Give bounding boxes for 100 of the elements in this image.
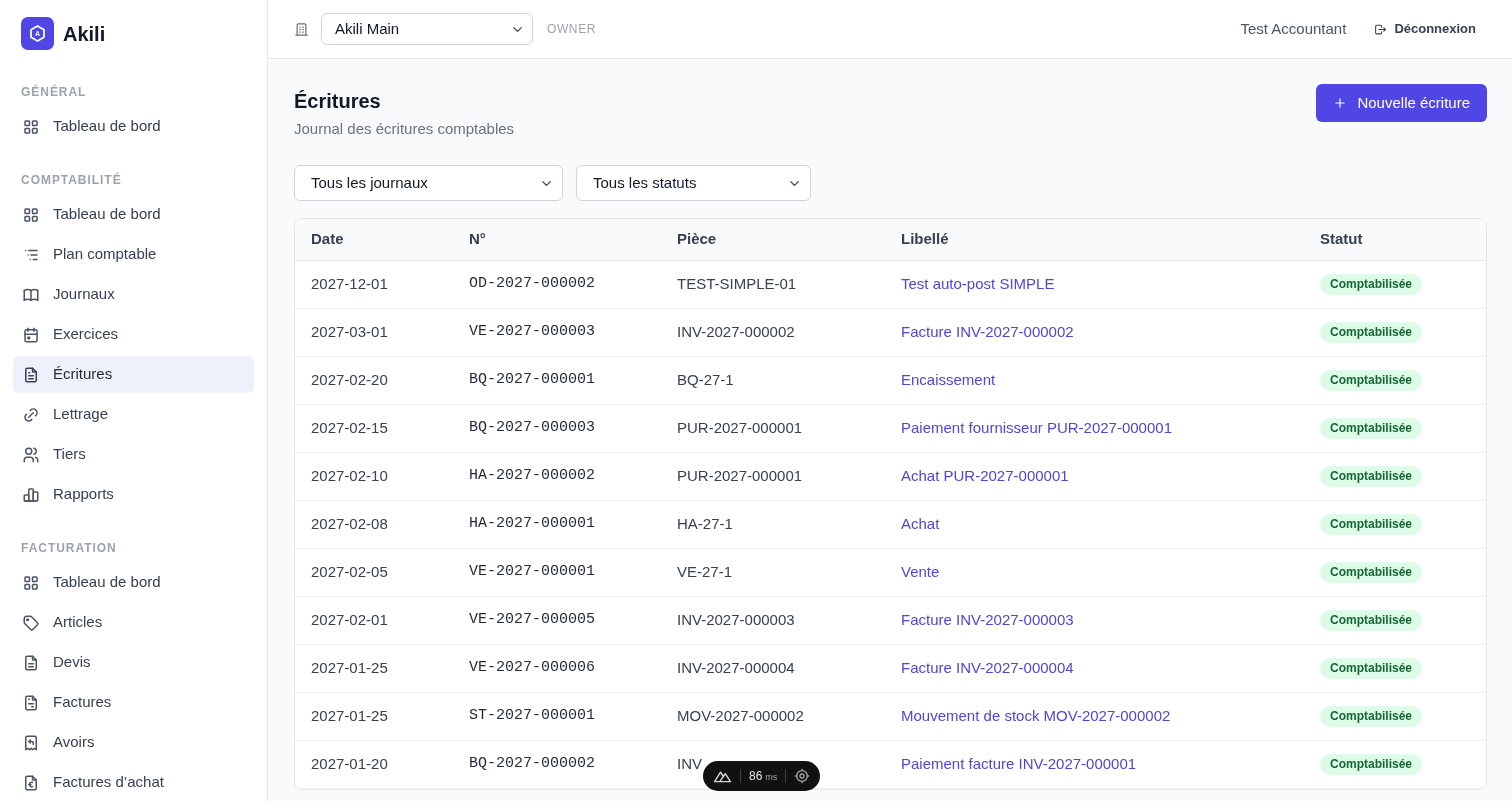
date-cell-text: 2027-03-01 [311,322,388,343]
entry-label-link[interactable]: Vente [901,561,940,584]
column-header: Statut [1320,229,1363,250]
entry-label-link[interactable]: Test auto-post SIMPLE [901,273,1055,296]
date-cell-text: 2027-12-01 [311,274,388,295]
nav-item[interactable]: Écritures [13,356,254,393]
column-header: Pièce [677,229,717,250]
entry-number: HA-2027-000002 [469,466,596,487]
status-badge: Comptabilisée [1320,562,1423,583]
invoice-icon [22,693,40,712]
date-cell-text: 2027-02-01 [311,610,388,631]
section-heading: FACTURATION [21,540,117,556]
section-heading: COMPTABILITÉ [21,172,122,188]
status-badge: Comptabilisée [1320,706,1423,727]
entry-label-link[interactable]: Facture INV-2027-000003 [901,609,1074,632]
nav-item[interactable]: Tableau de bord [13,196,254,233]
link-icon [22,405,40,424]
grid-icon [22,205,40,224]
entry-label-link[interactable]: Paiement fournisseur PUR-2027-000001 [901,417,1172,440]
calendar-icon [22,325,40,344]
app-name: Akili [63,21,106,47]
piece-cell-text: VE-27-1 [677,562,733,583]
page-subtitle: Journal des écritures comptables [294,119,515,139]
entry-number: VE-2027-000003 [469,322,596,343]
building-icon [294,21,309,37]
piece-cell-text: PUR-2027-000001 [677,466,803,487]
status-badge: Comptabilisée [1320,370,1423,391]
piece-cell-text: TEST-SIMPLE-01 [677,274,797,295]
entry-label-link[interactable]: Facture INV-2027-000002 [901,321,1074,344]
status-badge: Comptabilisée [1320,466,1423,487]
piece-cell-text: BQ-27-1 [677,370,734,391]
organization-select[interactable]: Akili Main [321,13,533,45]
nav-item[interactable]: Journaux [13,276,254,313]
date-cell-text: 2027-02-15 [311,418,388,439]
new-entry-button[interactable]: Nouvelle écriture [1316,84,1487,122]
time-unit: ms [765,771,778,784]
nav-item[interactable]: Tableau de bord [13,564,254,601]
entry-number: ST-2027-000001 [469,706,596,727]
status-badge: Comptabilisée [1320,274,1423,295]
nav-item[interactable]: Exercices [13,316,254,353]
entry-number: OD-2027-000002 [469,274,596,295]
bar-chart-icon [22,485,40,504]
date-cell-text: 2027-02-10 [311,466,388,487]
status-badge: Comptabilisée [1320,418,1423,439]
entry-label-link[interactable]: Achat [901,513,940,536]
filter-select[interactable]: Tous les journaux [294,165,563,201]
entry-number: VE-2027-000005 [469,610,596,631]
page-title: Écritures [294,89,381,114]
nav-item[interactable]: Devis [13,644,254,681]
nav-item[interactable]: Tiers [13,436,254,473]
piece-cell-text: MOV-2027-000002 [677,706,804,727]
entry-number: VE-2027-000006 [469,658,596,679]
entry-label-link[interactable]: Facture INV-2027-000004 [901,657,1074,680]
nav-item[interactable]: Articles [13,604,254,641]
piece-cell-text: INV [677,754,702,775]
date-cell-text: 2027-02-08 [311,514,388,535]
target-icon [794,768,811,784]
entry-number: BQ-2027-000003 [469,418,596,439]
date-cell-text: 2027-01-25 [311,706,388,727]
euro-document-icon [22,773,40,792]
nav-item[interactable]: Rapports [13,476,254,513]
entry-number: HA-2027-000001 [469,514,596,535]
role-label: OWNER [547,21,596,38]
user-name: Test Accountant [1240,18,1347,39]
date-cell-text: 2027-01-20 [311,754,388,775]
column-header: N° [469,229,486,250]
users-icon [22,445,40,464]
status-badge: Comptabilisée [1320,322,1423,343]
date-cell-text: 2027-02-20 [311,370,388,391]
filter-select[interactable]: Tous les statuts [576,165,811,201]
entry-number: BQ-2027-000002 [469,754,596,775]
logout-button[interactable]: Déconnexion [1368,15,1482,43]
nav-item[interactable]: Factures d’achat [13,764,254,801]
devtools-toolbar[interactable]: 86 ms [703,761,821,791]
grid-icon [22,573,40,592]
nav-item[interactable]: Tableau de bord [13,108,254,145]
entry-number: BQ-2027-000001 [469,370,596,391]
piece-cell-text: INV-2027-000004 [677,658,795,679]
mountain-logo-icon [713,769,732,783]
entry-label-link[interactable]: Achat PUR-2027-000001 [901,465,1069,488]
entry-label-link[interactable]: Encaissement [901,369,996,392]
document-icon [22,653,40,672]
nav-item[interactable]: Plan comptable [13,236,254,273]
nav-item[interactable]: Factures [13,684,254,721]
date-cell-text: 2027-01-25 [311,658,388,679]
column-header: Date [311,229,344,250]
render-time: 86 [749,768,763,785]
entry-label-link[interactable]: Mouvement de stock MOV-2027-000002 [901,705,1171,728]
nav-item[interactable]: Lettrage [13,396,254,433]
receipt-icon [22,733,40,752]
plus-icon [1333,96,1348,110]
tag-icon [22,613,40,632]
nav-item[interactable]: Avoirs [13,724,254,761]
date-cell-text: 2027-02-05 [311,562,388,583]
piece-cell-text: INV-2027-000003 [677,610,795,631]
status-badge: Comptabilisée [1320,754,1423,775]
piece-cell-text: PUR-2027-000001 [677,418,803,439]
column-header: Libellé [901,229,949,250]
entry-label-link[interactable]: Paiement facture INV-2027-000001 [901,753,1137,776]
status-badge: Comptabilisée [1320,658,1423,679]
